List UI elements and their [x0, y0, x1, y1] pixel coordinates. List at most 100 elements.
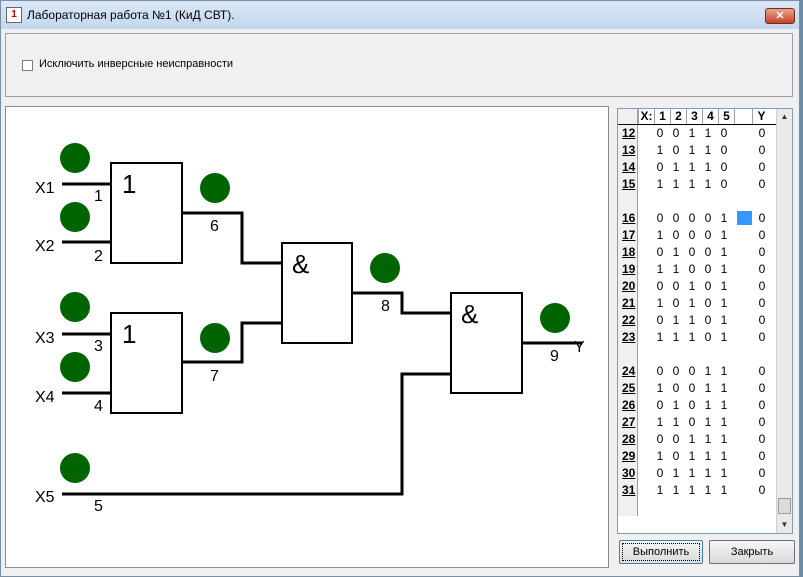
input-cell: 1 [672, 313, 680, 327]
row-number[interactable] [618, 346, 638, 363]
scroll-thumb[interactable] [778, 498, 791, 514]
input-cell: 0 [656, 432, 664, 446]
row-number[interactable]: 19 [618, 261, 638, 278]
input-cell: 0 [704, 211, 712, 225]
line-number-3: 3 [94, 338, 103, 355]
input-cell: 0 [672, 228, 680, 242]
input-cell: 0 [656, 398, 664, 412]
row-number[interactable]: 16 [618, 210, 638, 227]
table-row[interactable] [618, 193, 776, 210]
selected-cell-marker[interactable] [737, 211, 752, 225]
table-row[interactable]: 28 0 0 1 1 1 0 [618, 431, 776, 448]
header-cell: X: [638, 109, 654, 124]
table-row[interactable]: 20 0 0 1 0 1 0 [618, 278, 776, 295]
table-row[interactable]: 13 1 0 1 1 0 0 [618, 142, 776, 159]
input-cell: 1 [704, 177, 712, 191]
indicator-x3[interactable] [60, 292, 90, 322]
output-cell: 0 [758, 432, 766, 446]
indicator-x5[interactable] [60, 453, 90, 483]
table-row[interactable]: 23 1 1 1 0 1 0 [618, 329, 776, 346]
truth-table[interactable]: X: 1 2 3 4 5 Y 12 0 0 1 1 0 0 13 1 0 1 1 0 0 14 0 1 1 1 0 0 15 1 1 1 1 0 0… [617, 108, 793, 534]
input-cell: 1 [704, 143, 712, 157]
table-row[interactable]: 27 1 1 0 1 1 0 [618, 414, 776, 431]
row-number[interactable]: 13 [618, 142, 638, 159]
label-x5: X5 [35, 489, 55, 506]
row-number[interactable]: 27 [618, 414, 638, 431]
input-cell: 1 [672, 160, 680, 174]
table-row[interactable] [618, 346, 776, 363]
app-window: 1 Лабораторная работа №1 (КиД СВТ). ✕ Ис… [0, 0, 800, 577]
table-row[interactable]: 14 0 1 1 1 0 0 [618, 159, 776, 176]
input-cell: 0 [656, 466, 664, 480]
row-number[interactable]: 21 [618, 295, 638, 312]
table-row[interactable]: 26 0 1 0 1 1 0 [618, 397, 776, 414]
input-cell: 0 [656, 279, 664, 293]
row-number[interactable]: 12 [618, 125, 638, 142]
row-number[interactable] [618, 193, 638, 210]
exclude-inverse-checkbox[interactable] [22, 60, 33, 71]
output-cell: 0 [758, 228, 766, 242]
table-row[interactable]: 17 1 0 0 0 1 0 [618, 227, 776, 244]
row-number[interactable]: 26 [618, 397, 638, 414]
input-cell: 0 [704, 279, 712, 293]
table-row[interactable]: 25 1 0 0 1 1 0 [618, 380, 776, 397]
row-number[interactable]: 20 [618, 278, 638, 295]
row-number[interactable]: 25 [618, 380, 638, 397]
table-row[interactable]: 24 0 0 0 1 1 0 [618, 363, 776, 380]
row-number[interactable]: 31 [618, 482, 638, 499]
row-number[interactable] [618, 499, 638, 516]
table-row[interactable]: 19 1 1 0 0 1 0 [618, 261, 776, 278]
row-number[interactable]: 28 [618, 431, 638, 448]
execute-button[interactable]: Выполнить [619, 540, 703, 564]
table-row[interactable]: 30 0 1 1 1 1 0 [618, 465, 776, 482]
indicator-output-y[interactable] [540, 303, 570, 333]
table-row[interactable]: 21 1 0 1 0 1 0 [618, 295, 776, 312]
row-number[interactable]: 29 [618, 448, 638, 465]
table-row[interactable]: 22 0 1 1 0 1 0 [618, 312, 776, 329]
input-cell: 0 [688, 381, 696, 395]
label-x4: X4 [35, 389, 55, 406]
exclude-inverse-label[interactable]: Исключить инверсные неисправности [39, 58, 233, 70]
indicator-line-6[interactable] [200, 173, 230, 203]
input-cell: 1 [720, 398, 728, 412]
input-cell: 1 [672, 177, 680, 191]
indicator-x4[interactable] [60, 352, 90, 382]
table-row[interactable]: 12 0 0 1 1 0 0 [618, 125, 776, 142]
scroll-up-icon[interactable]: ▲ [777, 109, 792, 125]
row-number[interactable]: 24 [618, 363, 638, 380]
row-number[interactable]: 14 [618, 159, 638, 176]
output-cell: 0 [758, 177, 766, 191]
row-number[interactable]: 30 [618, 465, 638, 482]
circuit-svg: 1 1 & & X1 X2 X3 X4 X5 Y 1 2 3 4 5 6 7 8 [35, 143, 585, 515]
table-row[interactable]: 29 1 0 1 1 1 0 [618, 448, 776, 465]
row-number[interactable]: 18 [618, 244, 638, 261]
output-cell: 0 [758, 262, 766, 276]
row-number[interactable]: 17 [618, 227, 638, 244]
window-close-button[interactable]: ✕ [765, 8, 795, 24]
input-cell: 0 [688, 415, 696, 429]
indicator-x2[interactable] [60, 202, 90, 232]
table-row[interactable]: 15 1 1 1 1 0 0 [618, 176, 776, 193]
input-cell: 0 [704, 245, 712, 259]
row-number[interactable]: 15 [618, 176, 638, 193]
header-cell: 5 [718, 109, 734, 124]
input-cell: 0 [704, 313, 712, 327]
input-cell: 1 [688, 432, 696, 446]
table-row[interactable] [618, 499, 776, 516]
input-cell: 1 [656, 415, 664, 429]
indicator-x1[interactable] [60, 143, 90, 173]
scroll-down-icon[interactable]: ▼ [777, 517, 792, 533]
row-number[interactable]: 23 [618, 329, 638, 346]
input-cell: 0 [672, 381, 680, 395]
row-number[interactable]: 22 [618, 312, 638, 329]
title-bar[interactable]: 1 Лабораторная работа №1 (КиД СВТ). ✕ [1, 1, 799, 29]
table-row[interactable]: 18 0 1 0 0 1 0 [618, 244, 776, 261]
output-cell: 0 [758, 364, 766, 378]
table-row[interactable]: 31 1 1 1 1 1 0 [618, 482, 776, 499]
table-row[interactable]: 16 0 0 0 0 1 0 [618, 210, 776, 227]
indicator-line-7[interactable] [200, 323, 230, 353]
close-button[interactable]: Закрыть [709, 540, 795, 564]
truth-table-scrollbar[interactable]: ▲ ▼ [776, 109, 792, 533]
indicator-line-8[interactable] [370, 253, 400, 283]
input-cell: 1 [704, 432, 712, 446]
